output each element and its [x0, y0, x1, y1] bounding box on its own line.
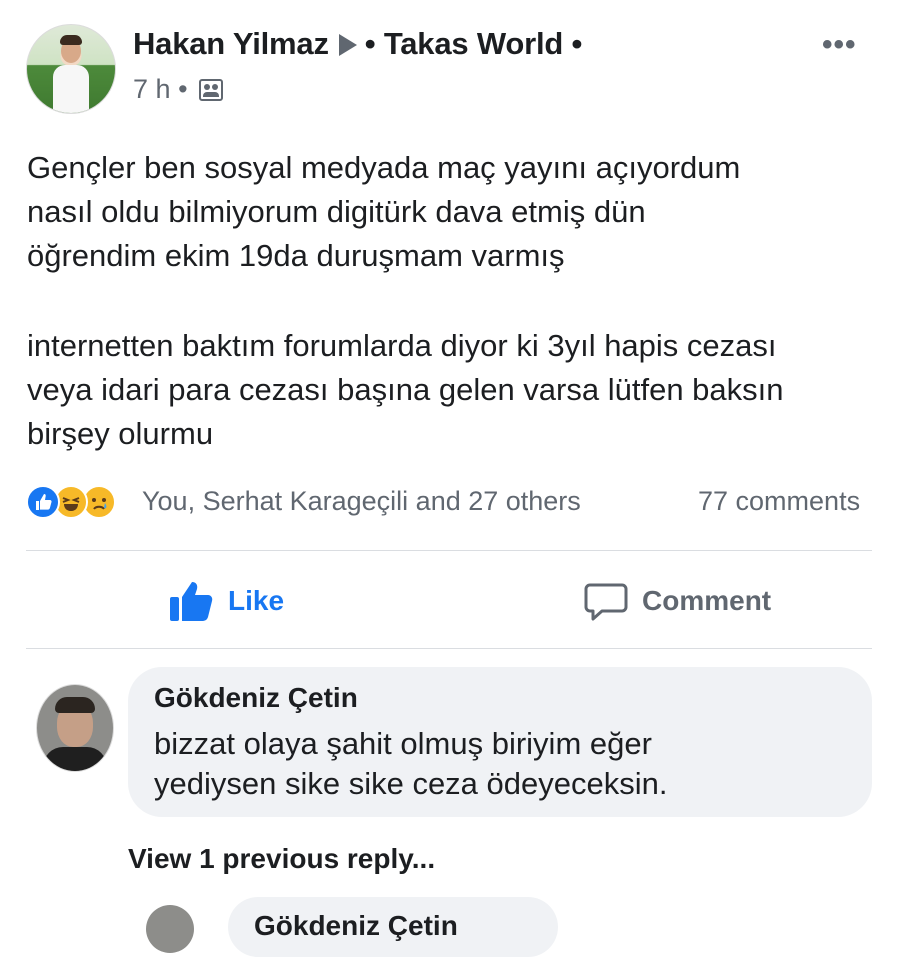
post-header-title: Hakan Yilmaz • Takas World • [133, 26, 582, 62]
view-previous-reply-link[interactable]: View 1 previous reply... [128, 843, 435, 875]
post-line: nasıl oldu bilmiyorum digitürk dava etmi… [27, 194, 646, 229]
comment-button[interactable]: Comment [584, 578, 771, 624]
comment-line: bizzat olaya şahit olmuş biriyim eğer [154, 726, 652, 761]
post-line: öğrendim ekim 19da duruşmam varmış [27, 238, 565, 273]
more-options-icon[interactable]: ••• [822, 28, 857, 62]
post-line: birşey olurmu [27, 416, 214, 451]
reactors-summary[interactable]: You, Serhat Karageçili and 27 others [142, 486, 581, 517]
comments-count[interactable]: 77 comments [698, 486, 860, 517]
avatar-hair [60, 35, 82, 45]
post-line: Gençler ben sosyal medyada maç yayını aç… [27, 150, 741, 185]
reaction-icons[interactable] [26, 485, 136, 521]
avatar-shirt [53, 65, 89, 113]
comment-author[interactable]: Gökdeniz Çetin [154, 682, 358, 714]
commenter-avatar[interactable] [36, 684, 114, 772]
group-name[interactable]: • Takas World • [365, 26, 583, 61]
like-button[interactable]: Like [168, 578, 284, 624]
comment-line: yediysen sike sike ceza ödeyeceksin. [154, 766, 668, 801]
comment-label: Comment [642, 585, 772, 616]
avatar-hair [55, 697, 95, 713]
post-line: internetten baktım forumlarda diyor ki 3… [27, 328, 777, 363]
reply-avatar[interactable] [146, 905, 194, 953]
avatar-body [43, 747, 107, 771]
like-reaction-icon [26, 485, 60, 519]
meta-separator: • [178, 74, 188, 104]
author-name[interactable]: Hakan Yilmaz [133, 26, 329, 61]
author-avatar[interactable] [26, 24, 116, 114]
divider [26, 550, 872, 551]
post-line: veya idari para cezası başına gelen vars… [27, 372, 784, 407]
post-paragraph-1: Gençler ben sosyal medyada maç yayını aç… [27, 146, 887, 278]
comment-text: bizzat olaya şahit olmuş biriyim eğer ye… [154, 724, 854, 804]
like-label: Like [228, 585, 285, 616]
group-privacy-icon [199, 79, 224, 101]
post-paragraph-2: internetten baktım forumlarda diyor ki 3… [27, 324, 887, 456]
arrow-right-icon [338, 34, 357, 56]
post-time[interactable]: 7 h [133, 74, 171, 104]
thumbs-up-icon [170, 582, 213, 621]
reply-author[interactable]: Gökdeniz Çetin [254, 910, 458, 942]
divider [26, 648, 872, 649]
comment-bubble-icon [584, 583, 628, 621]
post-meta: 7 h • [133, 74, 224, 105]
